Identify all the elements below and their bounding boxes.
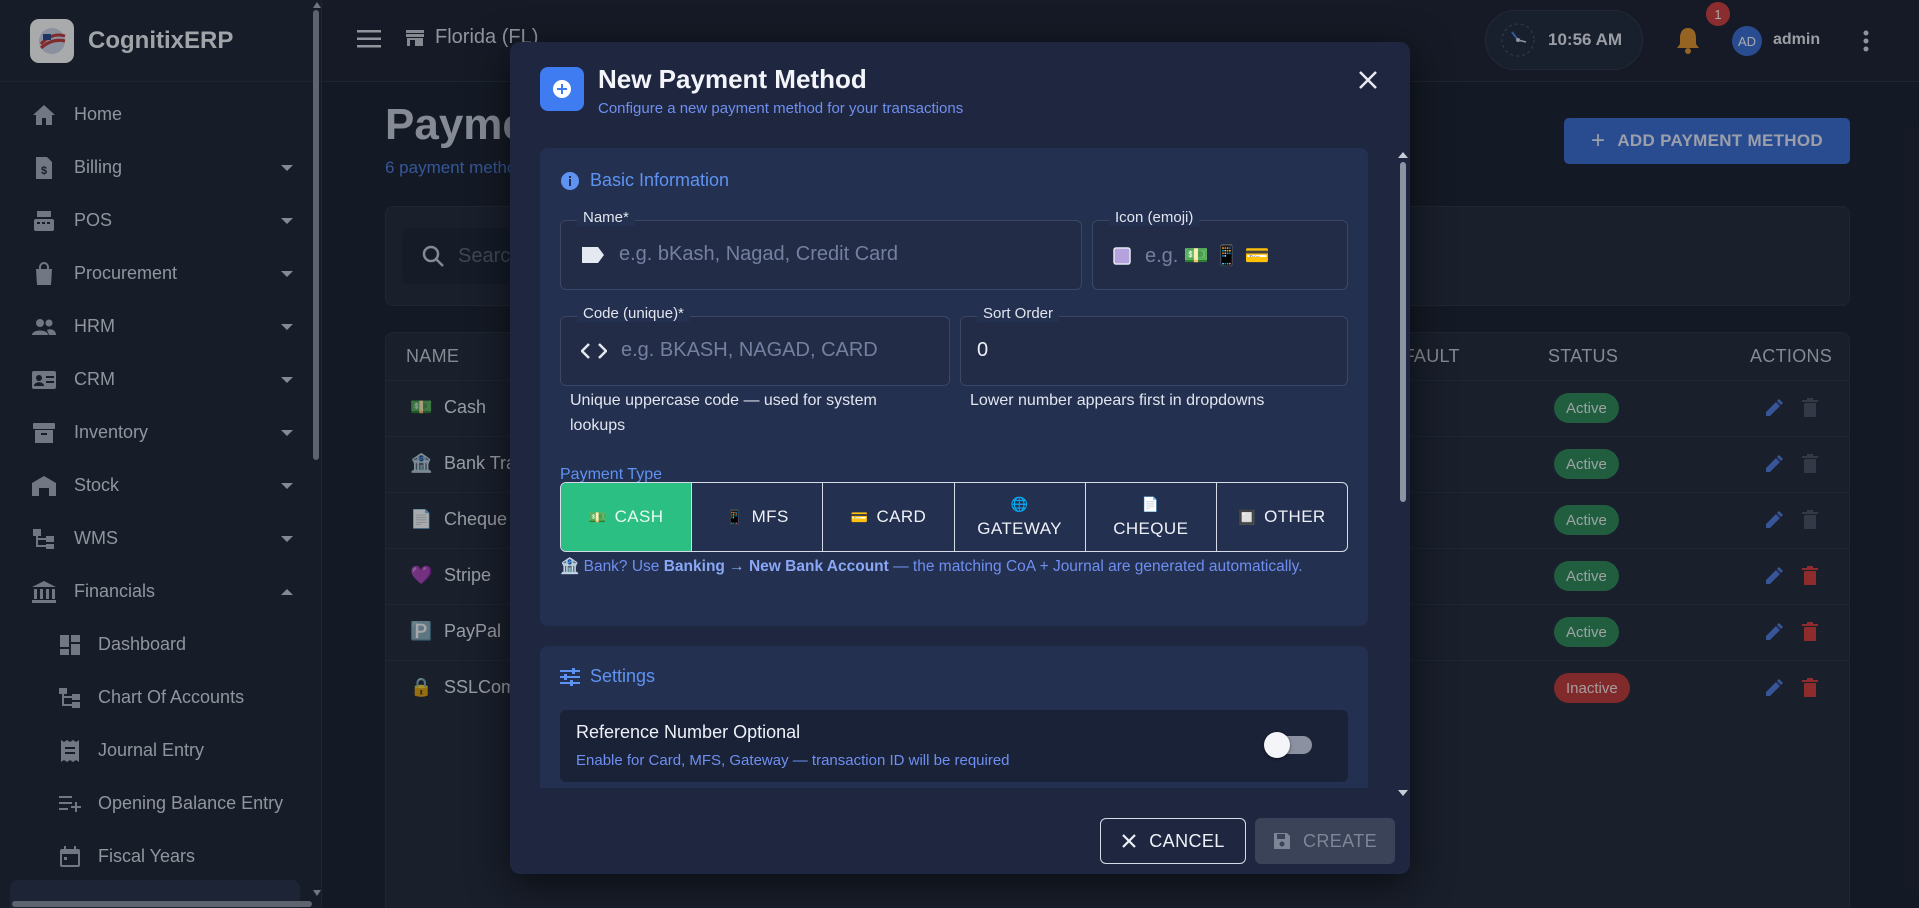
tune-icon — [560, 667, 580, 686]
scroll-down-arrow-icon[interactable] — [1398, 790, 1408, 796]
code-field[interactable]: Code (unique)* e.g. BKASH, NAGAD, CARD — [560, 305, 950, 386]
sort-order-value: 0 — [977, 339, 989, 361]
reference-number-description: Enable for Card, MFS, Gateway — transact… — [576, 752, 1010, 769]
square-emoji-icon: 🔲 — [1238, 508, 1257, 525]
scroll-up-arrow-icon[interactable] — [1398, 152, 1408, 158]
emoji-square-icon — [1113, 246, 1131, 265]
section-title-text: Settings — [590, 666, 656, 686]
name-placeholder: e.g. bKash, Nagad, Credit Card — [619, 243, 899, 265]
create-button[interactable]: CREATE — [1255, 818, 1395, 864]
bank-account-hint: 🏦 Bank? Use Banking → New Bank Account —… — [560, 553, 1350, 580]
dialog-title: New Payment Method — [598, 64, 867, 94]
section-title-settings: Settings — [560, 666, 655, 687]
dialog-scrollbar[interactable] — [1400, 162, 1406, 502]
cancel-label: CANCEL — [1149, 830, 1225, 851]
payment-type-label-text: CARD — [876, 507, 927, 526]
bank-hint-suffix: — the matching CoA + Journal are generat… — [888, 558, 1303, 575]
new-payment-method-dialog: New Payment Method Configure a new payme… — [510, 42, 1410, 874]
bank-hint-link[interactable]: Banking → New Bank Account — [664, 558, 889, 575]
label-tag-icon — [581, 246, 605, 264]
payment-type-label-text: CHEQUE — [1113, 518, 1189, 538]
code-icon — [581, 342, 607, 360]
add-circle-icon — [540, 67, 584, 111]
code-helper-text: Unique uppercase code — used for system … — [570, 392, 877, 434]
name-field[interactable]: Name* e.g. bKash, Nagad, Credit Card — [560, 209, 1082, 290]
settings-section: Settings Reference Number Optional Enabl… — [540, 646, 1368, 788]
document-emoji-icon: 📄 — [1141, 495, 1160, 512]
payment-type-other[interactable]: 🔲 OTHER — [1217, 483, 1347, 551]
sort-order-helper-text: Lower number appears first in dropdowns — [970, 392, 1265, 409]
icon-label: Icon (emoji) — [1109, 209, 1200, 226]
bank-hint-prefix: 🏦 Bank? Use — [560, 558, 664, 575]
code-placeholder: e.g. BKASH, NAGAD, CARD — [621, 339, 878, 361]
sort-order-label: Sort Order — [977, 305, 1060, 322]
card-emoji-icon: 💳 — [850, 508, 869, 525]
code-label: Code (unique)* — [577, 305, 690, 322]
payment-type-mfs[interactable]: 📱 MFS — [692, 483, 824, 551]
dialog-header: New Payment Method Configure a new payme… — [540, 64, 963, 117]
cash-emoji-icon: 💵 — [588, 508, 607, 525]
dialog-body: Basic Information Name* e.g. bKash, Naga… — [540, 148, 1368, 788]
reference-number-title: Reference Number Optional — [576, 722, 801, 742]
payment-type-label-text: CASH — [614, 507, 664, 526]
payment-type-gateway[interactable]: 🌐 GATEWAY — [955, 483, 1086, 551]
globe-emoji-icon: 🌐 — [1010, 495, 1029, 512]
mobile-emoji-icon: 📱 — [725, 508, 744, 525]
info-icon — [560, 171, 580, 191]
cancel-button[interactable]: CANCEL — [1100, 818, 1246, 864]
close-icon — [1121, 833, 1137, 849]
name-label: Name* — [577, 209, 635, 226]
payment-type-label-text: MFS — [751, 507, 789, 526]
payment-type-toggle-group: 💵 CASH 📱 MFS 💳 CARD 🌐 GATEWAY 📄 CHEQUE 🔲 OTHER — [560, 482, 1348, 552]
save-icon — [1273, 832, 1291, 850]
dialog-subtitle: Configure a new payment method for your … — [598, 100, 964, 117]
basic-information-section: Basic Information Name* e.g. bKash, Naga… — [540, 148, 1368, 626]
sort-order-field[interactable]: Sort Order 0 — [960, 305, 1348, 386]
create-label: CREATE — [1302, 830, 1378, 851]
reference-number-optional-row: Reference Number Optional Enable for Car… — [560, 710, 1348, 782]
section-title-text: Basic Information — [590, 170, 730, 190]
payment-type-card[interactable]: 💳 CARD — [823, 483, 955, 551]
payment-type-cheque[interactable]: 📄 CHEQUE — [1086, 483, 1217, 551]
toggle-knob — [1264, 732, 1290, 758]
close-icon[interactable] — [1358, 70, 1378, 90]
icon-placeholder: e.g. 💵 📱 💳 — [1145, 245, 1270, 267]
payment-type-cash[interactable]: 💵 CASH — [561, 483, 693, 551]
payment-type-label-text: GATEWAY — [977, 518, 1062, 538]
payment-type-label-text: OTHER — [1264, 507, 1326, 526]
icon-emoji-field[interactable]: Icon (emoji) e.g. 💵 📱 💳 — [1092, 209, 1348, 290]
reference-number-toggle[interactable] — [1264, 732, 1312, 758]
section-title-basic: Basic Information — [560, 170, 729, 191]
